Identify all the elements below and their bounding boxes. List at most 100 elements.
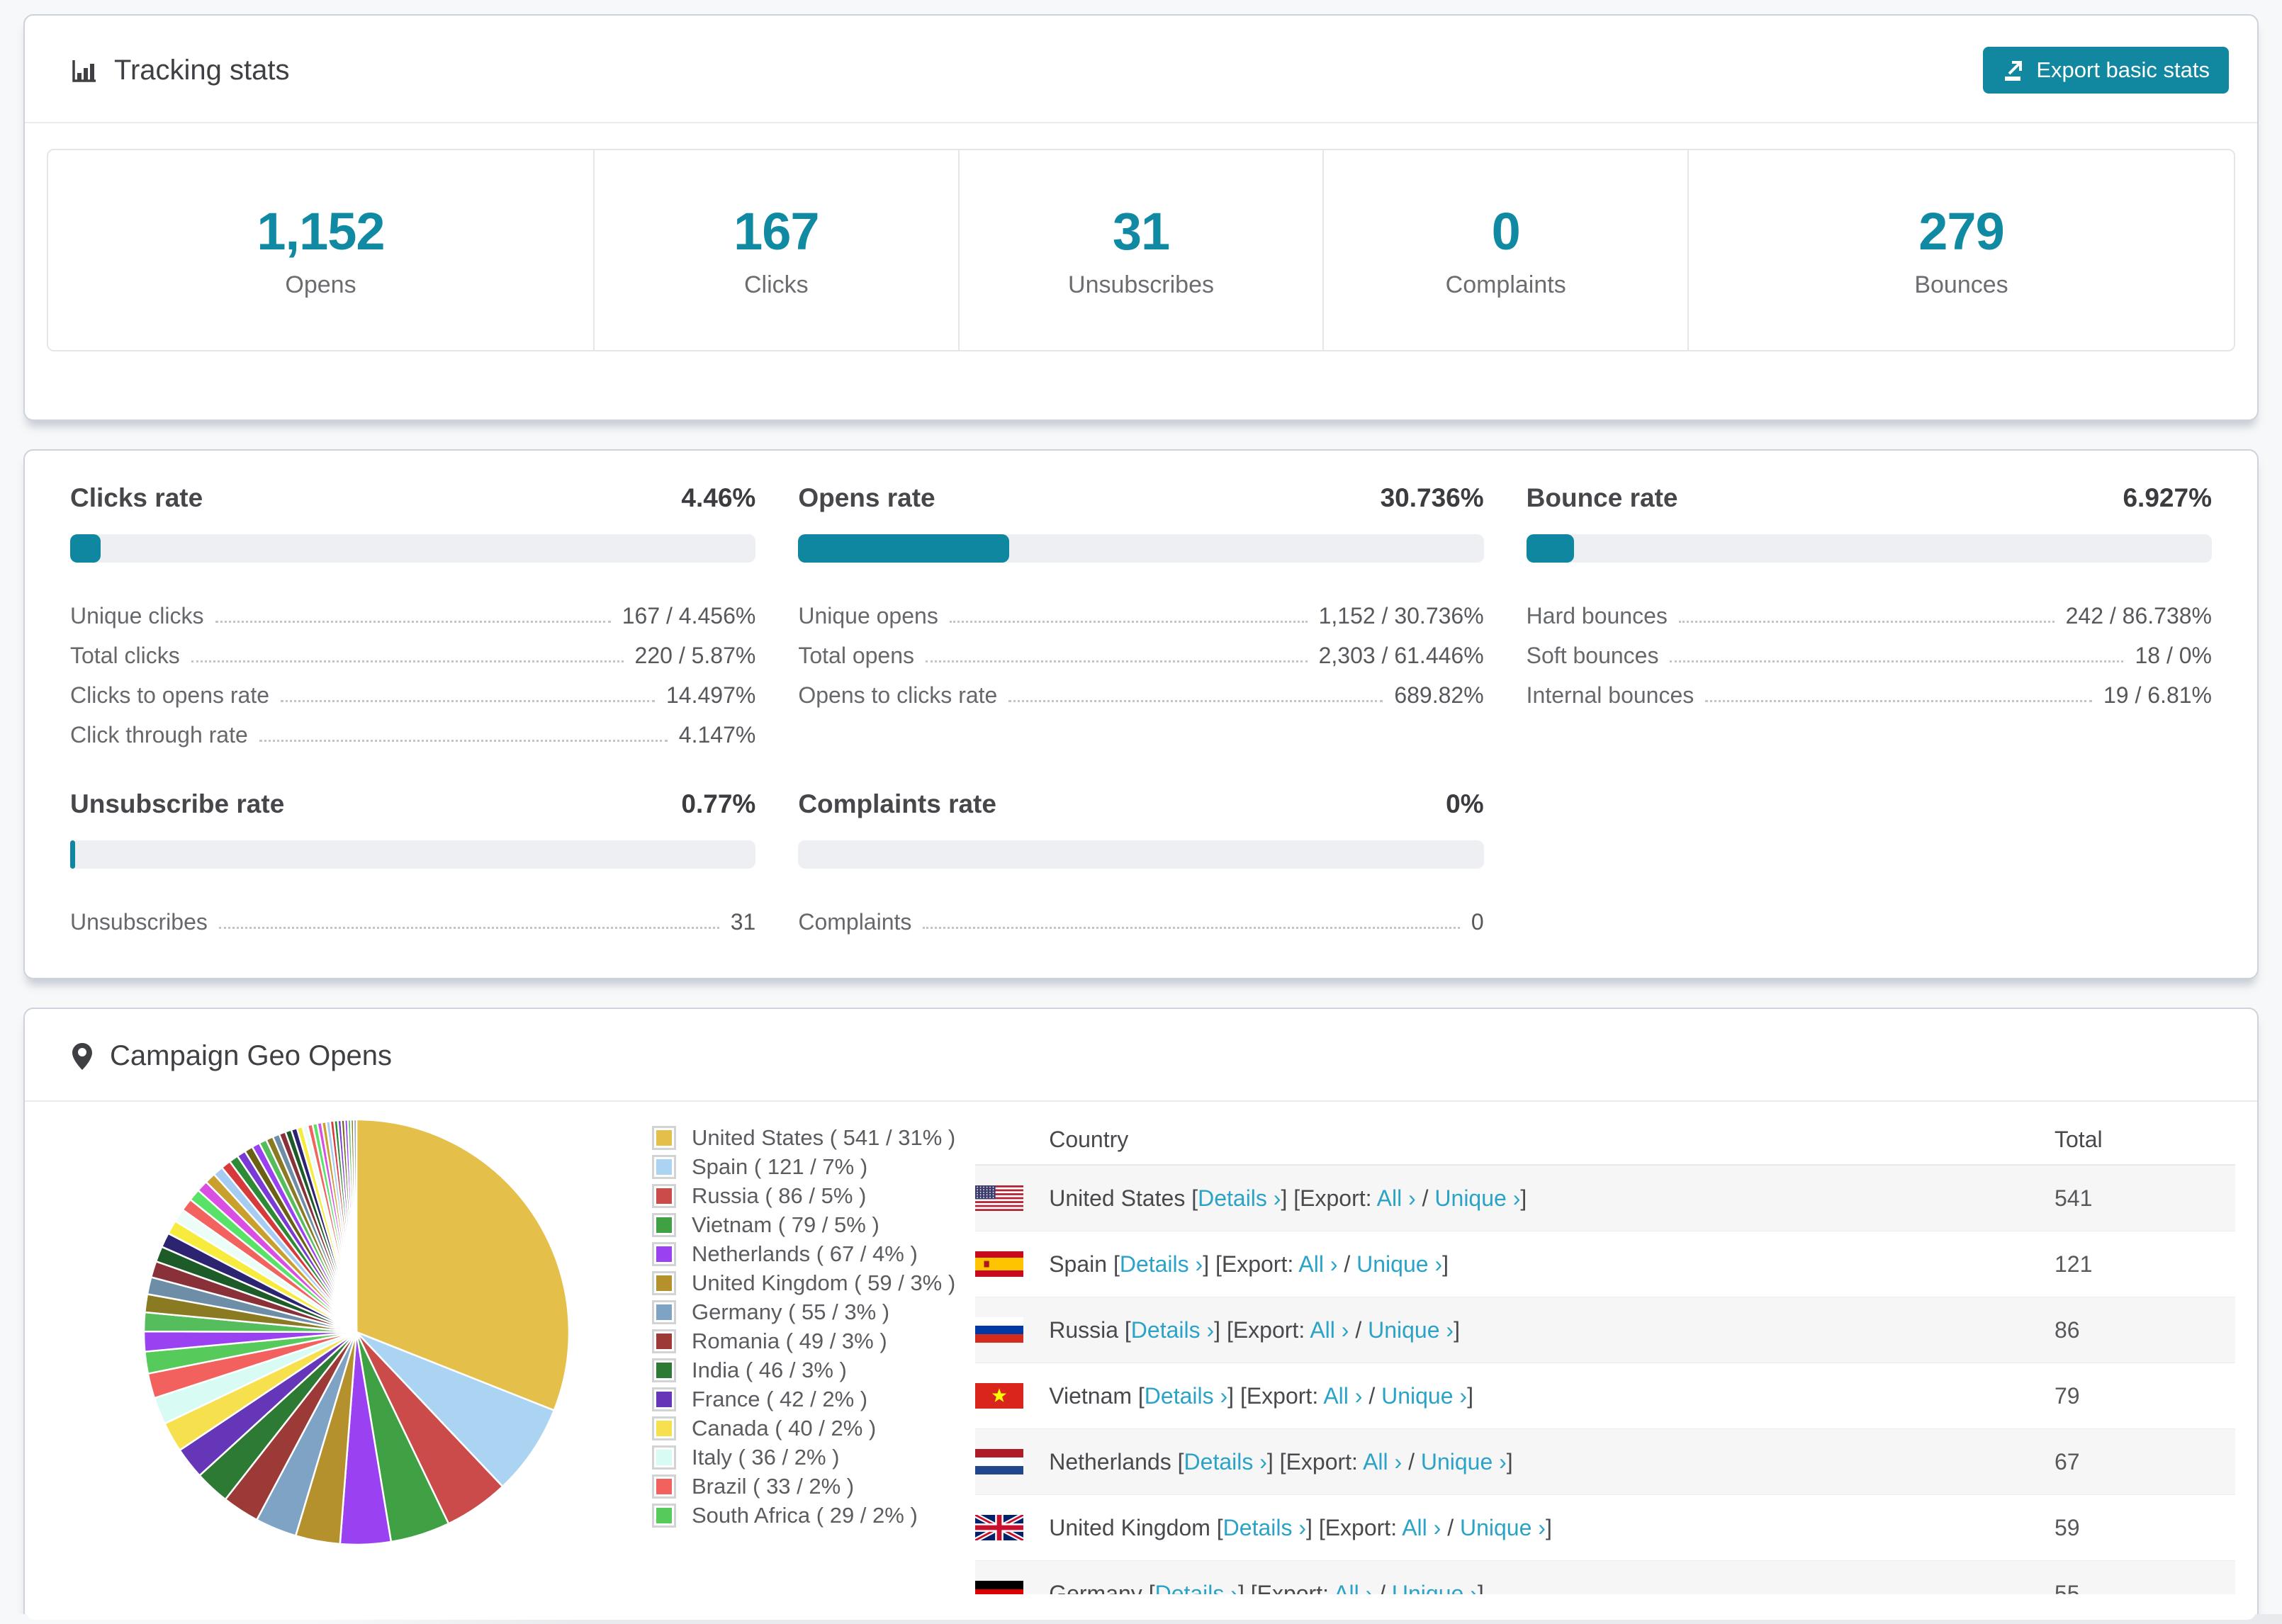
rate-header: Bounce rate 6.927% [1527, 483, 2212, 513]
legend-swatch [652, 1242, 676, 1266]
rate-progress-track [1526, 534, 2212, 563]
export-all-link[interactable]: All › [1377, 1185, 1416, 1211]
link-separator: / [1402, 1448, 1421, 1474]
export-all-link[interactable]: All › [1323, 1383, 1362, 1409]
export-unique-link[interactable]: Unique › [1421, 1449, 1507, 1474]
stat-label: Complaints [1445, 271, 1566, 298]
geo-table-row-ru: Russia [Details ›] [Export: All › / Uniq… [975, 1297, 2235, 1363]
geo-table-country-cell: Russia [Details ›] [Export: All › / Uniq… [975, 1317, 2055, 1343]
rate-detail-label: Hard bounces [1526, 603, 1668, 628]
legend-swatch-color [656, 1508, 672, 1523]
legend-swatch-color [656, 1450, 672, 1465]
details-link[interactable]: Details › [1131, 1317, 1214, 1343]
export-all-link[interactable]: All › [1298, 1251, 1337, 1277]
legend-swatch [652, 1416, 676, 1440]
export-prefix: ] [Export: [1214, 1316, 1310, 1343]
legend-item-it: Italy ( 36 / 2% ) [652, 1445, 955, 1470]
rate-header: Complaints rate 0% [798, 789, 1483, 819]
export-all-link[interactable]: All › [1363, 1449, 1402, 1474]
stat-card-clicks: 167 Clicks [593, 150, 958, 350]
rate-detail-value: 18 / 0% [2135, 643, 2212, 668]
details-link[interactable]: Details › [1223, 1515, 1306, 1540]
geo-table-total-cell: 79 [2055, 1382, 2080, 1409]
rate-value: 4.46% [681, 483, 756, 512]
legend-swatch-color [656, 1188, 672, 1204]
geo-table-row-es: Spain [Details ›] [Export: All › / Uniqu… [975, 1231, 2235, 1297]
rates-card: Clicks rate 4.46% Unique clicks 167 / 4.456… [23, 449, 2259, 979]
stat-value: 279 [1918, 202, 2004, 261]
export-basic-stats-button[interactable]: Export basic stats [1983, 47, 2229, 94]
legend-swatch [652, 1329, 676, 1353]
rate-title: Clicks rate [70, 483, 203, 512]
export-unique-link[interactable]: Unique › [1368, 1317, 1454, 1343]
rate-detail-list: Unique opens 1,152 / 30.736% Total opens 2,… [798, 590, 1483, 709]
dotted-leader [259, 740, 668, 742]
rate-detail-label: Total clicks [70, 643, 180, 668]
legend-swatch [652, 1213, 676, 1237]
stat-value: 0 [1491, 202, 1521, 261]
export-unique-link[interactable]: Unique › [1460, 1515, 1546, 1540]
link-separator: / [1362, 1382, 1382, 1409]
stat-card-opens: 1,152 Opens [48, 150, 593, 350]
legend-swatch [652, 1300, 676, 1324]
rate-value: 30.736% [1380, 483, 1484, 512]
dotted-leader [191, 660, 624, 662]
rate-detail-value: 1,152 / 30.736% [1318, 603, 1484, 628]
geo-header: Campaign Geo Opens [25, 1009, 2257, 1100]
legend-label: Vietnam ( 79 / 5% ) [692, 1212, 879, 1237]
es-flag-icon [975, 1251, 1024, 1277]
rate-detail-value: 242 / 86.738% [2065, 603, 2212, 628]
export-all-link[interactable]: All › [1402, 1515, 1441, 1540]
geo-content: United States ( 541 / 31% ) Spain ( 121 /… [25, 1102, 2257, 1621]
geo-table-country-cell: United Kingdom [Details ›] [Export: All … [974, 1512, 2055, 1543]
legend-swatch-color [656, 1246, 672, 1262]
country-cell-text: Netherlands [Details ›] [Export: All › /… [1049, 1449, 1512, 1475]
rate-section-unsubscribe-rate: Unsubscribe rate 0.77% Unsubscribes 31 [70, 789, 756, 935]
geo-table-total-cell: 541 [2055, 1185, 2093, 1211]
link-separator: / [1349, 1316, 1368, 1343]
legend-swatch-color [656, 1130, 672, 1146]
geo-table-country-cell: Vietnam [Details ›] [Export: All › / Uni… [975, 1383, 2055, 1409]
rate-progress-track [798, 534, 1484, 563]
rate-detail-row: Click through rate 4.147% [70, 709, 755, 748]
geo-table: Country Total United States [Details ›] … [974, 1115, 2235, 1621]
export-unique-link[interactable]: Unique › [1381, 1383, 1467, 1409]
tracking-stats-title: Tracking stats [70, 55, 289, 86]
details-link[interactable]: Details › [1120, 1251, 1203, 1277]
rate-detail-label: Complaints [798, 909, 912, 935]
country-cell-text: Vietnam [Details ›] [Export: All › / Uni… [1049, 1383, 1473, 1409]
export-all-link[interactable]: All › [1310, 1317, 1349, 1343]
link-separator: / [1337, 1251, 1357, 1277]
stat-card-bounces: 279 Bounces [1687, 150, 2234, 350]
dotted-leader [1678, 621, 2055, 623]
closing-bracket: ] [1506, 1448, 1513, 1474]
details-link[interactable]: Details › [1198, 1185, 1281, 1211]
rate-detail-row: Complaints 0 [798, 896, 1483, 935]
legend-label: Brazil ( 33 / 2% ) [692, 1474, 855, 1499]
rate-detail-row: Internal bounces 19 / 6.81% [1527, 669, 2212, 709]
total-column-header: Total [2055, 1126, 2103, 1152]
rate-progress-fill [798, 534, 1009, 563]
details-link[interactable]: Details › [1184, 1449, 1267, 1474]
legend-item-ro: Romania ( 49 / 3% ) [652, 1329, 955, 1353]
export-unique-link[interactable]: Unique › [1356, 1251, 1442, 1277]
rate-detail-list: Unique clicks 167 / 4.456% Total clicks 220… [70, 590, 755, 748]
page-title: Tracking stats [114, 54, 290, 86]
closing-bracket: ] [1545, 1514, 1552, 1540]
legend-item-nl: Netherlands ( 67 / 4% ) [652, 1241, 955, 1266]
details-link[interactable]: Details › [1145, 1383, 1227, 1409]
rate-detail-value: 2,303 / 61.446% [1318, 643, 1484, 668]
rate-detail-row: Unique clicks 167 / 4.456% [70, 590, 755, 629]
rate-progress-fill [70, 840, 76, 869]
country-cell-text: Spain [Details ›] [Export: All › / Uniqu… [1049, 1251, 1449, 1278]
rate-progress-track [70, 534, 756, 563]
rate-detail-value: 14.497% [666, 682, 756, 708]
export-unique-link[interactable]: Unique › [1434, 1185, 1520, 1211]
legend-swatch [652, 1271, 676, 1295]
geo-table-total-cell: 121 [2055, 1251, 2093, 1277]
rate-detail-label: Total opens [798, 643, 914, 668]
country-cell-text: United States [Details ›] [Export: All ›… [1049, 1185, 1527, 1212]
legend-swatch [652, 1155, 676, 1179]
rate-title: Complaints rate [798, 789, 996, 818]
geo-table-country-cell: United States [Details ›] [Export: All ›… [975, 1185, 2055, 1212]
